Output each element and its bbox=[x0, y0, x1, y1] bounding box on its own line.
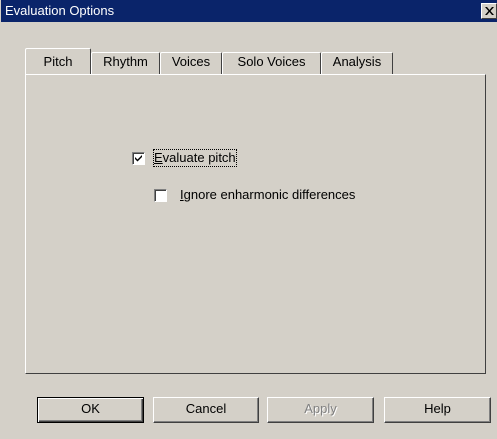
close-icon bbox=[485, 7, 494, 15]
tab-solo-voices[interactable]: Solo Voices bbox=[222, 52, 321, 74]
tab-pitch[interactable]: Pitch bbox=[25, 48, 91, 74]
evaluate-pitch-label: Evaluate pitch bbox=[153, 149, 237, 167]
close-button[interactable] bbox=[481, 3, 497, 19]
help-button-label: Help bbox=[424, 401, 451, 416]
tab-rhythm[interactable]: Rhythm bbox=[91, 52, 160, 74]
ignore-enharmonic-checkbox[interactable] bbox=[154, 188, 167, 202]
tab-analysis-label: Analysis bbox=[332, 54, 382, 69]
checkmark-icon bbox=[135, 154, 142, 161]
help-button[interactable]: Help bbox=[384, 397, 491, 423]
cancel-button-label: Cancel bbox=[185, 401, 227, 416]
tab-pitch-label: Pitch bbox=[43, 54, 73, 69]
tab-voices-label: Voices bbox=[171, 54, 211, 69]
evaluation-options-dialog: Evaluation Options Pitch Rhythm Voices S… bbox=[0, 0, 497, 439]
cancel-button[interactable]: Cancel bbox=[153, 397, 259, 423]
tab-solo-voices-label: Solo Voices bbox=[237, 54, 306, 69]
evaluate-pitch-checkbox[interactable] bbox=[132, 151, 145, 165]
evaluate-pitch-option[interactable]: Evaluate pitch bbox=[132, 149, 237, 167]
ignore-enharmonic-label: Ignore enharmonic differences bbox=[180, 187, 356, 202]
ignore-enharmonic-option[interactable]: Ignore enharmonic differences bbox=[154, 187, 355, 203]
apply-button[interactable]: Apply bbox=[267, 397, 374, 423]
window-title: Evaluation Options bbox=[5, 3, 115, 18]
tab-analysis[interactable]: Analysis bbox=[321, 52, 393, 74]
tab-rhythm-label: Rhythm bbox=[103, 54, 148, 69]
ok-button[interactable]: OK bbox=[37, 397, 144, 423]
tab-panel-pitch bbox=[25, 74, 486, 374]
ok-button-label: OK bbox=[81, 401, 100, 416]
tab-voices[interactable]: Voices bbox=[160, 52, 222, 74]
title-bar[interactable]: Evaluation Options bbox=[1, 0, 497, 22]
apply-button-label: Apply bbox=[304, 401, 337, 416]
